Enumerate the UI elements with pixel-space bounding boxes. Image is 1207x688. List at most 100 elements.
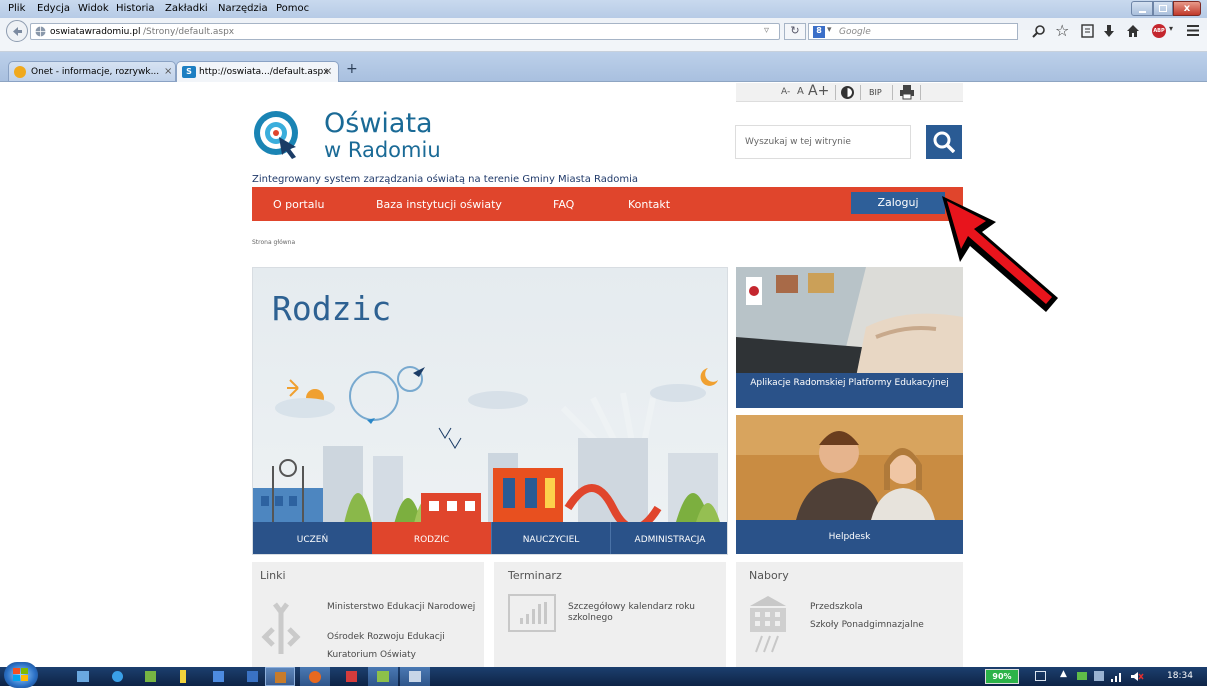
firefox-taskbar-item[interactable] (300, 667, 330, 686)
close-tab-icon[interactable]: × (164, 66, 172, 77)
tab-label: Onet - informacje, rozrywk... (31, 67, 160, 77)
recruitment-box-title: Nabory (749, 569, 789, 582)
site-logo[interactable]: Oświata w Radomiu (252, 105, 452, 165)
link-ore[interactable]: Ośrodek Rozwoju Edukacji (327, 632, 445, 642)
calendar-box-title: Terminarz (508, 569, 562, 582)
new-tab-button[interactable]: + (346, 61, 358, 77)
address-bar[interactable]: oswiatawradomiu.pl /Strony/default.aspx … (30, 23, 780, 40)
contrast-icon[interactable] (841, 86, 854, 99)
menu-widok[interactable]: Widok (78, 3, 109, 14)
city-illustration (253, 366, 727, 543)
print-icon[interactable] (899, 85, 915, 100)
volume-icon[interactable] (1130, 671, 1144, 682)
links-box: Linki Ministerstwo Edukacji Narodowej Oś… (252, 562, 484, 667)
category-tab-administracja[interactable]: ADMINISTRACJA (610, 522, 727, 554)
network-icon[interactable] (1035, 671, 1046, 681)
adblock-dropdown-icon[interactable]: ▾ (1169, 24, 1173, 33)
start-button[interactable] (4, 662, 38, 688)
calendar-link[interactable]: Szczegółowy kalendarz roku szkolnego (568, 602, 718, 624)
category-tab-nauczyciel[interactable]: NAUCZYCIEL (491, 522, 610, 554)
nav-o-portalu[interactable]: O portalu (273, 198, 324, 211)
explorer-icon[interactable] (77, 671, 89, 682)
recruit-link-highschool[interactable]: Szkoły Ponadgimnazjalne (810, 620, 924, 630)
menu-historia[interactable]: Historia (116, 3, 155, 14)
font-normal-button[interactable]: A (797, 86, 804, 97)
link-men[interactable]: Ministerstwo Edukacji Narodowej (327, 602, 477, 613)
menu-bar: Plik Edycja Widok Historia Zakładki Narz… (0, 0, 1207, 18)
search-icon[interactable] (1032, 24, 1046, 38)
app-icon-red[interactable] (346, 671, 357, 682)
calendar-box: Terminarz Szczegółowy kalendarz roku szk… (494, 562, 726, 667)
browser-search-field[interactable]: 8 ▾ Google (808, 23, 1018, 40)
logo-text-radom: w Radomiu (324, 138, 441, 162)
web-page: A- A A+ BIP Oświata w Radomiu Wyszukaj w… (0, 83, 1207, 667)
clock[interactable]: 18:34 (1167, 671, 1193, 681)
close-tab-icon[interactable]: × (324, 66, 332, 77)
signal-bars-icon[interactable] (1110, 671, 1124, 682)
ie-icon[interactable] (112, 671, 123, 682)
hero-title: Rodzic (272, 289, 392, 328)
nav-faq[interactable]: FAQ (553, 198, 574, 211)
tab-oswiata[interactable]: S http://oswiata.../default.aspx × (176, 61, 339, 82)
app-taskbar-item[interactable] (400, 667, 430, 686)
school-building-icon (750, 596, 786, 653)
menu-pomoc[interactable]: Pomoc (276, 3, 309, 14)
accessibility-toolbar: A- A A+ BIP (736, 83, 963, 102)
battery-indicator[interactable]: 90% (985, 669, 1019, 684)
tray-icon-device[interactable] (1094, 671, 1104, 681)
adblock-icon[interactable]: ABP (1152, 24, 1166, 38)
menu-edycja[interactable]: Edycja (37, 3, 70, 14)
back-arrow-icon (13, 27, 22, 36)
site-search-input[interactable]: Wyszukaj w tej witrynie (735, 125, 911, 159)
dropdown-history-icon[interactable]: ▿ (764, 25, 769, 36)
recruit-link-preschool[interactable]: Przedszkola (810, 602, 863, 612)
window-controls: x (1131, 1, 1201, 17)
tile-helpdesk[interactable]: Helpdesk (736, 415, 963, 554)
browser-search-placeholder: Google (839, 27, 871, 37)
nav-kontakt[interactable]: Kontakt (628, 198, 670, 211)
breadcrumb[interactable]: Strona główna (252, 239, 295, 246)
search-engine-icon[interactable]: 8 (813, 26, 825, 38)
link-kuratorium[interactable]: Kuratorium Oświaty (327, 650, 416, 660)
menu-zakladki[interactable]: Zakładki (165, 3, 208, 14)
bookmarks-list-icon[interactable] (1081, 24, 1094, 38)
bookmark-star-icon[interactable]: ☆ (1055, 21, 1069, 40)
menu-plik[interactable]: Plik (8, 3, 25, 14)
tab-onet[interactable]: Onet - informacje, rozrywk... × (8, 61, 176, 82)
app-icon-blue[interactable] (213, 671, 224, 682)
category-tab-rodzic[interactable]: RODZIC (372, 522, 491, 554)
app-icon-green[interactable] (145, 671, 156, 682)
taskbar: 90% ▲ 18:34 (0, 662, 1207, 688)
navigation-bar: oswiatawradomiu.pl /Strony/default.aspx … (0, 20, 1207, 52)
download-icon[interactable] (1103, 24, 1115, 38)
home-icon[interactable] (1126, 24, 1140, 38)
url-path: /Strony/default.aspx (143, 27, 235, 37)
reload-icon[interactable]: ↻ (784, 23, 806, 40)
tab-label: http://oswiata.../default.aspx (199, 67, 329, 77)
maximize-button[interactable] (1153, 1, 1173, 16)
font-smaller-button[interactable]: A- (781, 87, 790, 97)
hero-banner[interactable]: Rodzic UCZEŃ RODZIC NAUCZYCIEL ADMINISTR… (252, 267, 728, 555)
app-icon-word[interactable] (247, 671, 258, 682)
recruitment-box: Nabory Przedszkola Szkoły Ponadgimnazjal… (736, 562, 963, 667)
app-icon-yellow[interactable] (180, 670, 186, 683)
students-photo (736, 415, 963, 520)
show-hidden-icons[interactable]: ▲ (1060, 669, 1067, 679)
nav-baza-instytucji[interactable]: Baza instytucji oświaty (376, 198, 502, 211)
windows-logo-icon (13, 668, 28, 681)
hamburger-menu-icon[interactable] (1187, 25, 1199, 36)
menu-narzedzia[interactable]: Narzędzia (218, 3, 268, 14)
tray-icon-green[interactable] (1077, 672, 1087, 680)
paint-taskbar-item[interactable] (368, 667, 398, 686)
bip-link[interactable]: BIP (869, 88, 882, 97)
site-search-button[interactable] (926, 125, 962, 159)
font-larger-button[interactable]: A+ (808, 83, 829, 99)
minimize-button[interactable] (1131, 1, 1153, 16)
close-window-button[interactable]: x (1173, 1, 1201, 16)
sharepoint-favicon-icon: S (182, 66, 196, 78)
taskbar-active-item[interactable] (265, 667, 295, 686)
category-tab-uczen[interactable]: UCZEŃ (253, 522, 372, 554)
chart-calendar-icon (508, 594, 556, 632)
logo-emblem-icon (254, 111, 298, 159)
back-button[interactable] (6, 20, 28, 42)
